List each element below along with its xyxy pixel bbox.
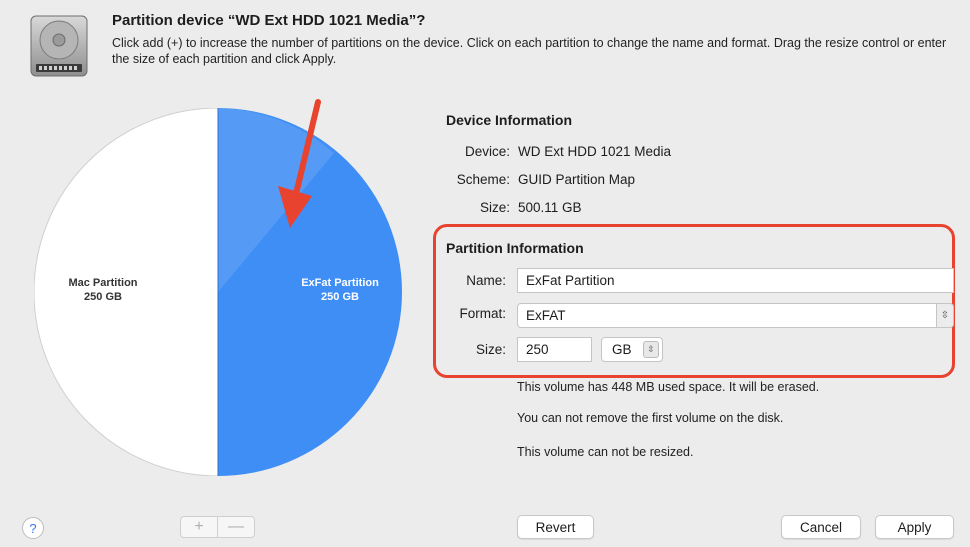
remove-partition-button[interactable]: —	[218, 517, 254, 537]
red-arrow-annotation	[278, 99, 321, 228]
mac-partition-size: 250 GB	[84, 291, 122, 303]
chevron-updown-icon[interactable]: ⇳	[643, 341, 659, 358]
apply-button[interactable]: Apply	[875, 515, 954, 539]
size-unit-select[interactable]: GB ⇳	[601, 337, 663, 362]
help-button[interactable]: ?	[22, 517, 44, 539]
scheme-label: Scheme:	[456, 172, 510, 187]
exfat-partition-label: ExFat Partition 250 GB	[290, 276, 390, 304]
format-label: Format:	[459, 306, 506, 321]
mac-partition-name: Mac Partition	[68, 277, 138, 289]
dialog-title: Partition device “WD Ext HDD 1021 Media”…	[112, 12, 426, 29]
chevron-updown-icon[interactable]: ⇳	[936, 303, 954, 328]
partition-size-field[interactable]: 250	[517, 337, 592, 362]
device-size-value: 500.11 GB	[518, 200, 582, 215]
hard-drive-icon	[28, 14, 90, 78]
partition-name-field[interactable]: ExFat Partition	[517, 268, 954, 293]
add-remove-control: + —	[180, 516, 255, 538]
device-value: WD Ext HDD 1021 Media	[518, 144, 672, 159]
dialog-description: Click add (+) to increase the number of …	[112, 36, 947, 66]
device-info-heading: Device Information	[446, 112, 573, 128]
note-cannot-remove: You can not remove the first volume on t…	[517, 411, 784, 425]
mac-partition-label: Mac Partition 250 GB	[58, 276, 148, 304]
device-size-label: Size:	[479, 200, 510, 215]
exfat-partition-name: ExFat Partition	[301, 277, 379, 289]
format-select[interactable]: ExFAT ⇳	[517, 303, 954, 328]
partition-info-heading: Partition Information	[446, 240, 584, 256]
device-label: Device:	[464, 144, 510, 159]
scheme-value: GUID Partition Map	[518, 172, 636, 187]
add-partition-button[interactable]: +	[181, 517, 218, 537]
size-label: Size:	[475, 342, 506, 357]
partition-size-value: 250	[526, 342, 549, 357]
note-erase-warning: This volume has 448 MB used space. It wi…	[517, 380, 820, 394]
partition-name-value: ExFat Partition	[526, 273, 615, 288]
note-cannot-resize: This volume can not be resized.	[517, 445, 694, 459]
exfat-partition-size: 250 GB	[321, 291, 359, 303]
cancel-button[interactable]: Cancel	[781, 515, 861, 539]
format-value: ExFAT	[526, 308, 566, 323]
name-label: Name:	[466, 273, 506, 288]
revert-button[interactable]: Revert	[517, 515, 594, 539]
size-unit-value: GB	[612, 342, 632, 357]
